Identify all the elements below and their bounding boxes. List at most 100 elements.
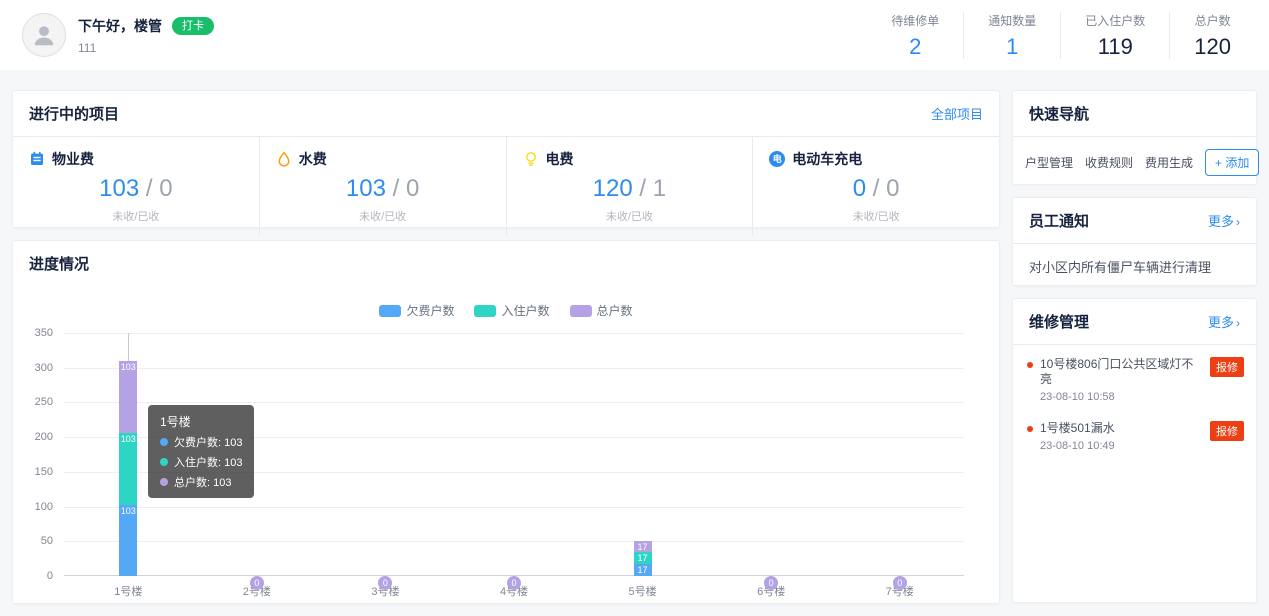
y-axis-tick-label: 250 <box>35 396 53 408</box>
ongoing-projects-header: 进行中的项目 全部项目 <box>13 91 999 137</box>
legend-item[interactable]: 欠费户数 <box>379 302 454 319</box>
tooltip-series-dot-icon <box>160 458 168 466</box>
all-projects-link[interactable]: 全部项目 <box>931 104 983 123</box>
repair-list-item[interactable]: 1号楼501漏水 23-08-10 10:49 报修 <box>1013 409 1256 458</box>
tooltip-row-text: 欠费户数: 103 <box>174 434 242 450</box>
progress-card: 进度情况 欠费户数 入住户数 总户数 0 50 100 150 200 250 300 350 1… <box>12 240 1000 604</box>
notice-item[interactable]: 对小区内所有僵尸车辆进行清理 <box>1013 244 1256 289</box>
project-caption: 未收/已收 <box>753 208 999 224</box>
zero-value-label: 0 <box>250 576 264 590</box>
property-fee-icon <box>29 151 45 167</box>
project-caption: 未收/已收 <box>13 208 259 224</box>
bar-value-label: 17 <box>634 565 652 575</box>
left-column: 进行中的项目 全部项目 物业费 103 / 0 未收/已收 <box>12 90 1000 604</box>
chart-plot[interactable]: 103103103000171717001号楼欠费户数: 103入住户数: 10… <box>64 333 964 576</box>
gridline <box>64 402 964 403</box>
project-property-fee[interactable]: 物业费 103 / 0 未收/已收 <box>13 137 260 236</box>
paid-count: 0 <box>886 175 899 202</box>
y-axis-tick-label: 300 <box>35 362 53 374</box>
project-ev-charging[interactable]: 电 电动车充电 0 / 0 未收/已收 <box>753 137 999 236</box>
chart-tooltip: 1号楼欠费户数: 103 入住户数: 103 总户数: 103 <box>148 405 254 498</box>
bar-segment[interactable]: 103 <box>119 433 137 505</box>
tooltip-title: 1号楼 <box>160 413 242 430</box>
repair-header: 维修管理 更多› <box>1013 299 1256 345</box>
staff-notice-header: 员工通知 更多› <box>1013 198 1256 244</box>
tooltip-series-dot-icon <box>160 438 168 446</box>
unpaid-count: 120 <box>593 175 633 202</box>
project-water-fee[interactable]: 水费 103 / 0 未收/已收 <box>260 137 507 236</box>
user-text: 下午好，楼管 打卡 111 <box>78 16 214 55</box>
stat-pending-repairs[interactable]: 待维修单 2 <box>867 12 964 59</box>
greeting-text: 下午好，楼管 <box>78 16 162 36</box>
y-axis-tick-label: 50 <box>41 535 53 547</box>
quick-link-fee-rules[interactable]: 收费规则 <box>1085 154 1133 171</box>
stat-value: 120 <box>1194 35 1231 59</box>
progress-title: 进度情况 <box>29 253 89 274</box>
legend-item[interactable]: 总户数 <box>570 302 633 319</box>
staff-notice-more-link[interactable]: 更多› <box>1208 211 1240 230</box>
y-axis-tick-label: 0 <box>47 570 53 582</box>
repair-card: 维修管理 更多› 10号楼806门口公共区域灯不亮 23-08-10 10:58… <box>1012 298 1257 603</box>
stat-total-households[interactable]: 总户数 120 <box>1170 12 1255 59</box>
x-axis-tick-label: 1号楼 <box>114 583 142 599</box>
checkin-badge[interactable]: 打卡 <box>172 17 214 35</box>
zero-value-label: 0 <box>893 576 907 590</box>
add-button[interactable]: + 添加 <box>1205 149 1259 176</box>
right-column: 快速导航 户型管理 收费规则 费用生成 + 添加 员工通知 更多› 对小区内所有… <box>1012 90 1257 604</box>
legend-label: 入住户数 <box>501 302 549 319</box>
chevron-right-icon: › <box>1236 316 1240 330</box>
ongoing-projects-title: 进行中的项目 <box>29 103 119 124</box>
legend-label: 总户数 <box>597 302 633 319</box>
progress-chart: 050100150200250300350 103103103000171717… <box>29 333 983 598</box>
electric-fee-icon <box>523 151 539 167</box>
legend-item[interactable]: 入住户数 <box>474 302 549 319</box>
quick-nav-card: 快速导航 户型管理 收费规则 费用生成 + 添加 <box>1012 90 1257 185</box>
project-name: 物业费 <box>52 149 94 169</box>
repair-item-time: 23-08-10 10:58 <box>1040 391 1204 403</box>
stat-value: 2 <box>891 35 939 59</box>
repair-item-time: 23-08-10 10:49 <box>1040 440 1115 452</box>
gridline <box>64 333 964 334</box>
user-id: 111 <box>78 41 214 55</box>
paid-count: 1 <box>653 175 666 202</box>
unpaid-count: 103 <box>99 175 139 202</box>
bar-segment[interactable]: 103 <box>119 361 137 433</box>
project-name: 电动车充电 <box>792 149 862 169</box>
bar-segment[interactable]: 17 <box>634 552 652 564</box>
avatar[interactable] <box>22 13 66 57</box>
header-stats: 待维修单 2 通知数量 1 已入住户数 119 总户数 120 <box>867 12 1255 59</box>
bar-value-label: 17 <box>634 553 652 563</box>
stat-notifications[interactable]: 通知数量 1 <box>964 12 1061 59</box>
red-dot-icon <box>1027 426 1033 432</box>
y-axis-tick-label: 150 <box>35 466 53 478</box>
stat-occupied-households[interactable]: 已入住户数 119 <box>1061 12 1170 59</box>
y-axis-tick-label: 200 <box>35 431 53 443</box>
y-axis-tick-label: 100 <box>35 501 53 513</box>
bar-value-label: 103 <box>119 434 137 444</box>
project-electric-fee[interactable]: 电费 120 / 1 未收/已收 <box>507 137 754 236</box>
project-caption: 未收/已收 <box>507 208 753 224</box>
repair-item-title: 1号楼501漏水 <box>1040 421 1115 436</box>
legend-swatch-icon <box>379 305 401 317</box>
repair-tag[interactable]: 报修 <box>1210 357 1244 377</box>
stat-label: 总户数 <box>1194 12 1231 29</box>
person-icon <box>31 22 57 48</box>
tooltip-row: 入住户数: 103 <box>160 454 242 470</box>
main-content: 进行中的项目 全部项目 物业费 103 / 0 未收/已收 <box>0 70 1269 604</box>
repair-more-link[interactable]: 更多› <box>1208 312 1240 331</box>
quick-link-household-types[interactable]: 户型管理 <box>1025 154 1073 171</box>
quick-link-fee-generation[interactable]: 费用生成 <box>1145 154 1193 171</box>
tooltip-row-text: 总户数: 103 <box>174 474 231 490</box>
project-caption: 未收/已收 <box>260 208 506 224</box>
stat-label: 待维修单 <box>891 12 939 29</box>
bar-segment[interactable]: 103 <box>119 505 137 577</box>
bar-segment[interactable]: 17 <box>634 541 652 553</box>
legend-swatch-icon <box>570 305 592 317</box>
bar-value-label: 103 <box>119 362 137 372</box>
chart-y-axis: 050100150200250300350 <box>29 333 59 576</box>
y-axis-tick-label: 350 <box>35 327 53 339</box>
bar-segment[interactable]: 17 <box>634 564 652 576</box>
repair-tag[interactable]: 报修 <box>1210 421 1244 441</box>
red-dot-icon <box>1027 362 1033 368</box>
repair-list-item[interactable]: 10号楼806门口公共区域灯不亮 23-08-10 10:58 报修 <box>1013 345 1256 409</box>
